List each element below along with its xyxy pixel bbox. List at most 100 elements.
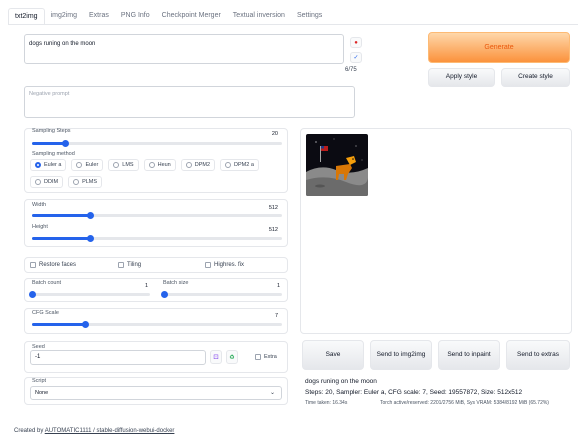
result-prompt: dogs runing on the moon (305, 378, 377, 385)
trash-icon[interactable]: ✓ (350, 52, 362, 63)
radio (148, 162, 155, 168)
sampler-option-dpm2-a[interactable]: DPM2 a (220, 159, 259, 171)
extra-seed-checkbox[interactable]: Extra (255, 354, 277, 360)
cfg-scale-label: CFG Scale (32, 310, 59, 316)
tab-extras[interactable]: Extras (83, 8, 115, 25)
negative-prompt-placeholder: Negative prompt (29, 91, 70, 97)
create-style-button[interactable]: Create style (501, 68, 570, 87)
tab-txt2img[interactable]: txt2img (8, 8, 45, 25)
time-taken: Time taken: 16.34s (305, 400, 348, 406)
checkbox-box (118, 262, 124, 268)
highres-fix-checkbox[interactable]: Highres. fix (205, 262, 244, 268)
height-slider[interactable] (32, 235, 282, 242)
sampling-steps-value[interactable]: 20 (262, 131, 278, 137)
cfg-scale-fill (32, 323, 85, 326)
tiling-checkbox[interactable]: Tiling (118, 262, 141, 268)
chevron-down-icon: ⌄ (269, 390, 275, 396)
generated-image[interactable] (306, 134, 368, 196)
width-knob[interactable] (86, 212, 94, 219)
footer: Created by AUTOMATIC1111 / stable-diffus… (14, 428, 174, 434)
checkbox-box (205, 262, 211, 268)
radio (35, 179, 41, 185)
cfg-panel (24, 308, 288, 334)
sampler-label: Euler a (44, 162, 62, 168)
highres-fix-label: Highres. fix (214, 262, 245, 268)
vram-usage: Torch active/reserved: 2201/2756 MiB, Sy… (380, 400, 549, 406)
send-to-inpaint-button[interactable]: Send to inpaint (438, 340, 500, 370)
sampler-option-dpm2[interactable]: DPM2 (180, 159, 216, 171)
restore-faces-checkbox[interactable]: Restore faces (30, 262, 76, 268)
sampling-steps-label: Sampling Steps (32, 128, 71, 134)
footer-link[interactable]: AUTOMATIC1111 / stable-diffusion-webui-d… (45, 428, 175, 434)
sampler-label: LMS (122, 162, 134, 168)
sampler-option-euler-a[interactable]: Euler a (30, 159, 67, 171)
sampler-label: DPM2 (194, 162, 211, 168)
tab-settings[interactable]: Settings (291, 8, 328, 25)
batch-size-slider[interactable] (161, 291, 282, 298)
sampler-label: PLMS (82, 179, 98, 185)
sampler-option-euler[interactable]: Euler (71, 159, 104, 171)
extra-label: Extra (264, 354, 277, 360)
batch-count-label: Batch count (32, 280, 62, 286)
token-counter: 6/75 (345, 67, 357, 73)
generate-button[interactable]: Generate (428, 32, 570, 63)
radio (76, 162, 83, 168)
sampling-method-options: Euler a Euler LMS Heun DPM2 DPM2 a DDIM … (30, 159, 286, 188)
send-to-img2img-button[interactable]: Send to img2img (370, 340, 432, 370)
tab-divider (8, 24, 578, 25)
prompt-input[interactable]: dogs runing on the moon (24, 34, 344, 64)
height-label: Height (32, 224, 48, 230)
sampling-steps-slider[interactable] (32, 140, 282, 147)
sampler-option-heun[interactable]: Heun (143, 159, 176, 171)
recycle-icon[interactable]: ♻ (226, 350, 238, 364)
radio (185, 162, 192, 168)
tab-png-info[interactable]: PNG Info (115, 8, 156, 25)
batch-panel (24, 278, 288, 302)
script-select[interactable]: None ⌄ (30, 386, 282, 400)
batch-size-value[interactable]: 1 (268, 283, 280, 289)
width-label: Width (32, 202, 47, 208)
sampler-option-ddim[interactable]: DDIM (30, 176, 64, 188)
sampler-option-plms[interactable]: PLMS (68, 176, 103, 188)
sampler-label: DPM2 a (234, 162, 254, 168)
seed-input[interactable]: -1 (30, 350, 206, 365)
paste-params-icon[interactable]: ● (350, 37, 362, 48)
batch-count-knob[interactable] (29, 291, 36, 298)
prompt-text: dogs runing on the moon (29, 41, 96, 47)
cfg-scale-slider[interactable] (32, 321, 282, 328)
radio-selected (35, 162, 41, 168)
dice-icon[interactable]: ⚀ (210, 350, 222, 364)
send-to-extras-button[interactable]: Send to extras (506, 340, 570, 370)
batch-count-slider[interactable] (29, 291, 150, 298)
cfg-scale-knob[interactable] (81, 321, 89, 328)
batch-size-knob[interactable] (161, 291, 168, 298)
tiling-label: Tiling (127, 262, 142, 268)
script-value: None (35, 390, 49, 396)
moon-dog-image (306, 134, 368, 196)
result-params: Steps: 20, Sampler: Euler a, CFG scale: … (305, 389, 523, 396)
batch-count-value[interactable]: 1 (136, 283, 148, 289)
sampler-label: Heun (157, 162, 171, 168)
sampler-option-lms[interactable]: LMS (108, 159, 139, 171)
tab-checkpoint-merger[interactable]: Checkpoint Merger (156, 8, 227, 25)
height-fill (32, 237, 90, 240)
checkbox-box (255, 354, 261, 360)
sampling-steps-fill (32, 142, 65, 145)
batch-size-label: Batch size (163, 280, 189, 286)
apply-style-button[interactable]: Apply style (428, 68, 495, 87)
tab-img2img[interactable]: img2img (45, 8, 83, 25)
width-slider[interactable] (32, 212, 282, 219)
cfg-scale-value[interactable]: 7 (266, 313, 278, 319)
radio (73, 179, 80, 185)
negative-prompt-input[interactable]: Negative prompt (24, 86, 355, 118)
save-button[interactable]: Save (302, 340, 364, 370)
height-knob[interactable] (86, 235, 94, 242)
sampling-method-label: Sampling method (32, 151, 75, 157)
checkbox-box (30, 262, 36, 268)
width-value[interactable]: 512 (262, 205, 278, 211)
restore-faces-label: Restore faces (39, 262, 77, 268)
sampling-steps-knob[interactable] (61, 140, 69, 147)
sampler-label: Euler (85, 162, 99, 168)
tab-textual-inversion[interactable]: Textual inversion (227, 8, 291, 25)
height-value[interactable]: 512 (262, 227, 278, 233)
